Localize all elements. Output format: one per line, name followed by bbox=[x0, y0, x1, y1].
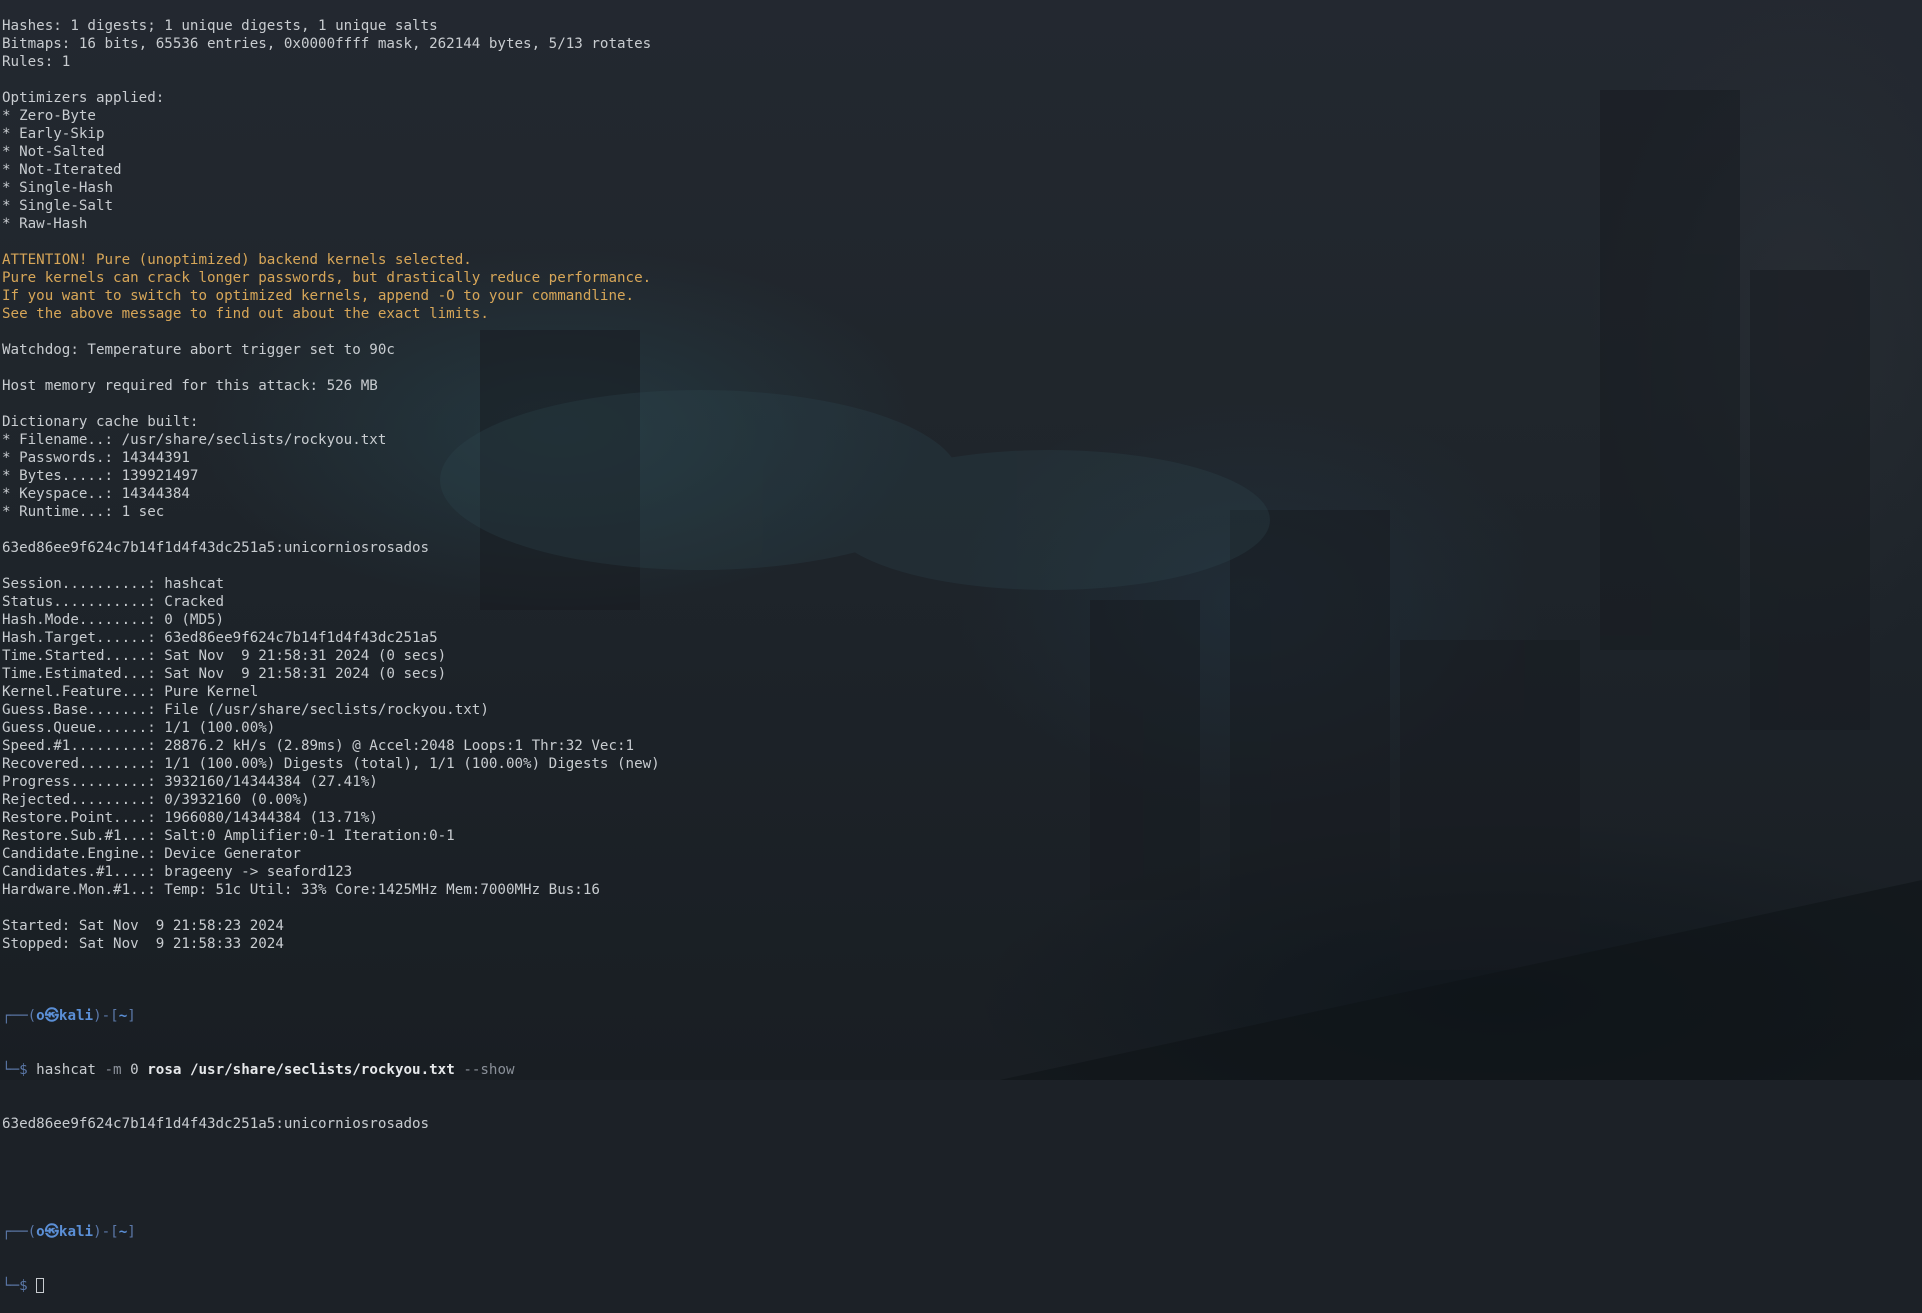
output-line: * Single-Hash bbox=[2, 180, 114, 196]
output-line: Hash.Target......: 63ed86ee9f624c7b14f1d… bbox=[2, 630, 438, 646]
output-line: Speed.#1.........: 28876.2 kH/s (2.89ms)… bbox=[2, 738, 635, 754]
output-line: Restore.Sub.#1...: Salt:0 Amplifier:0-1 … bbox=[2, 828, 455, 844]
output-line: * Early-Skip bbox=[2, 126, 105, 142]
output-line: Hashes: 1 digests; 1 unique digests, 1 u… bbox=[2, 18, 438, 34]
output-line: Progress.........: 3932160/14344384 (27.… bbox=[2, 774, 378, 790]
output-line: Rejected.........: 0/3932160 (0.00%) bbox=[2, 792, 310, 808]
output-line: * Not-Salted bbox=[2, 144, 105, 160]
output-line: Kernel.Feature...: Pure Kernel bbox=[2, 684, 259, 700]
output-line: Host memory required for this attack: 52… bbox=[2, 378, 378, 394]
command-mode: 0 bbox=[130, 1062, 139, 1078]
warning-line: If you want to switch to optimized kerne… bbox=[2, 288, 635, 304]
output-line: Status...........: Cracked bbox=[2, 594, 225, 610]
output-line: 63ed86ee9f624c7b14f1d4f43dc251a5:unicorn… bbox=[2, 540, 430, 556]
output-line: Candidates.#1....: brageeny -> seaford12… bbox=[2, 864, 353, 880]
show-output-line: 63ed86ee9f624c7b14f1d4f43dc251a5:unicorn… bbox=[2, 1116, 430, 1132]
warning-line: See the above message to find out about … bbox=[2, 306, 489, 322]
terminal-cursor[interactable] bbox=[36, 1278, 45, 1293]
output-line: Time.Started.....: Sat Nov 9 21:58:31 20… bbox=[2, 648, 447, 664]
prompt-cwd: ~ bbox=[118, 1008, 128, 1024]
warning-line: ATTENTION! Pure (unoptimized) backend ke… bbox=[2, 252, 472, 268]
command-name: hashcat bbox=[36, 1062, 96, 1078]
output-line: * Zero-Byte bbox=[2, 108, 96, 124]
output-line: Started: Sat Nov 9 21:58:23 2024 bbox=[2, 918, 284, 934]
output-line: * Keyspace..: 14344384 bbox=[2, 486, 190, 502]
prompt-symbol: └─$ bbox=[2, 1278, 37, 1294]
prompt-decoration: )-[ bbox=[93, 1008, 119, 1024]
output-line: * Raw-Hash bbox=[2, 216, 88, 232]
active-prompt-line[interactable]: └─$ bbox=[2, 1277, 1902, 1295]
output-line: Recovered........: 1/1 (100.00%) Digests… bbox=[2, 756, 660, 772]
output-line: * Not-Iterated bbox=[2, 162, 122, 178]
output-line: * Bytes.....: 139921497 bbox=[2, 468, 199, 484]
output-line: Stopped: Sat Nov 9 21:58:33 2024 bbox=[2, 936, 284, 952]
output-line: * Single-Salt bbox=[2, 198, 114, 214]
warning-line: Pure kernels can crack longer passwords,… bbox=[2, 270, 652, 286]
output-line: Guess.Queue......: 1/1 (100.00%) bbox=[2, 720, 276, 736]
output-line: Restore.Point....: 1966080/14344384 (13.… bbox=[2, 810, 378, 826]
output-line: Time.Estimated...: Sat Nov 9 21:58:31 20… bbox=[2, 666, 447, 682]
output-line: Guess.Base.......: File (/usr/share/secl… bbox=[2, 702, 489, 718]
prompt-decoration: ] bbox=[127, 1224, 136, 1240]
command-wordlist: /usr/share/seclists/rockyou.txt bbox=[189, 1062, 455, 1078]
prompt-cwd: ~ bbox=[118, 1224, 128, 1240]
prompt-decoration: ┌──( bbox=[2, 1008, 37, 1024]
command-flag-show: --show bbox=[463, 1062, 515, 1078]
output-line: Optimizers applied: bbox=[2, 90, 165, 106]
output-line: Rules: 1 bbox=[2, 54, 71, 70]
output-line: Bitmaps: 16 bits, 65536 entries, 0x0000f… bbox=[2, 36, 652, 52]
command-flag-m: -m bbox=[104, 1062, 122, 1078]
output-line: Hardware.Mon.#1..: Temp: 51c Util: 33% C… bbox=[2, 882, 600, 898]
output-line: Hash.Mode........: 0 (MD5) bbox=[2, 612, 225, 628]
output-line: * Runtime...: 1 sec bbox=[2, 504, 165, 520]
prompt-line-top: ┌──(o㉿kali)-[~] bbox=[2, 1223, 1902, 1241]
prompt-user-host: o㉿kali bbox=[36, 1008, 94, 1024]
terminal-output: Hashes: 1 digests; 1 unique digests, 1 u… bbox=[2, 17, 1902, 1313]
output-line: Session..........: hashcat bbox=[2, 576, 225, 592]
command-line: └─$ hashcat -m 0 rosa /usr/share/seclist… bbox=[2, 1061, 1902, 1079]
prompt-decoration: )-[ bbox=[93, 1224, 119, 1240]
prompt-user-host: o㉿kali bbox=[36, 1224, 94, 1240]
output-line: * Filename..: /usr/share/seclists/rockyo… bbox=[2, 432, 387, 448]
prompt-line-top: ┌──(o㉿kali)-[~] bbox=[2, 1007, 1902, 1025]
prompt-decoration: ┌──( bbox=[2, 1224, 37, 1240]
prompt-decoration: ] bbox=[127, 1008, 136, 1024]
output-line: Dictionary cache built: bbox=[2, 414, 199, 430]
prompt-symbol: └─$ bbox=[2, 1062, 37, 1078]
output-line: * Passwords.: 14344391 bbox=[2, 450, 190, 466]
output-line: Candidate.Engine.: Device Generator bbox=[2, 846, 301, 862]
output-line: Watchdog: Temperature abort trigger set … bbox=[2, 342, 395, 358]
command-hash-file: rosa bbox=[147, 1062, 182, 1078]
